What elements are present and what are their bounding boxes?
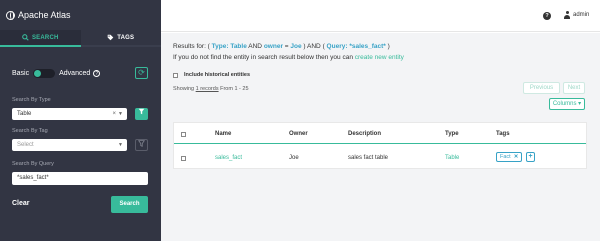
chevron-down-icon: ▼ bbox=[118, 142, 123, 148]
chevron-down-icon: ▼ bbox=[118, 111, 123, 117]
row-checkbox[interactable] bbox=[181, 156, 186, 161]
not-found-hint: If you do not find the entity in search … bbox=[173, 54, 404, 61]
tag-chip-label: Fact bbox=[500, 154, 511, 160]
globe-icon bbox=[6, 10, 15, 20]
historical-entities-row: Include historical entities bbox=[173, 72, 250, 78]
type-value: Table bbox=[230, 43, 247, 50]
main-content: Results for: ( Type: Table AND owner = J… bbox=[161, 33, 600, 241]
basic-label: Basic bbox=[12, 70, 30, 77]
search-mode-row: Basic Advanced ? bbox=[12, 69, 101, 78]
and-operator: AND bbox=[248, 43, 263, 50]
create-entity-link[interactable]: create new entity bbox=[355, 54, 404, 61]
column-header-tags[interactable]: Tags bbox=[496, 131, 510, 137]
tag-filter-button[interactable] bbox=[135, 139, 148, 151]
select-all-checkbox[interactable] bbox=[181, 132, 186, 137]
top-header: ? admin bbox=[161, 0, 600, 32]
refresh-button[interactable]: ⟳ bbox=[135, 67, 148, 79]
tab-search[interactable]: SEARCH bbox=[0, 30, 81, 47]
search-by-type-label: Search By Type bbox=[12, 97, 51, 103]
historical-entities-label: Include historical entities bbox=[184, 72, 251, 78]
owner-key: owner bbox=[263, 43, 283, 50]
search-icon bbox=[22, 34, 29, 41]
and-operator: AND bbox=[307, 43, 321, 50]
query-value: *sales_fact* bbox=[349, 43, 386, 50]
tag-chip[interactable]: Fact ✕ bbox=[496, 152, 523, 162]
add-tag-button[interactable]: + bbox=[526, 152, 535, 162]
user-icon bbox=[564, 11, 570, 19]
column-header-description[interactable]: Description bbox=[348, 131, 381, 137]
tab-tags[interactable]: TAGS bbox=[80, 30, 161, 47]
record-count: Showing 1 records From 1 - 25 bbox=[173, 86, 249, 92]
query-key: Query: bbox=[326, 43, 348, 50]
search-button[interactable]: Search bbox=[111, 196, 148, 213]
search-by-query-label: Search By Query bbox=[12, 161, 54, 167]
entity-name-link[interactable]: sales_fact bbox=[215, 155, 242, 161]
results-table: Name Owner Description Type Tags sales_f… bbox=[173, 122, 587, 169]
tag-icon bbox=[107, 34, 114, 41]
historical-entities-checkbox[interactable] bbox=[173, 72, 178, 78]
owner-operator: = bbox=[284, 43, 289, 50]
filter-icon bbox=[138, 108, 145, 115]
search-by-tag-label: Search By Tag bbox=[12, 128, 48, 134]
help-icon[interactable]: ? bbox=[543, 12, 551, 20]
next-button[interactable]: Next bbox=[563, 82, 585, 94]
tag-select-placeholder: Select bbox=[17, 142, 34, 148]
clear-button[interactable]: Clear bbox=[12, 200, 30, 207]
type-key: Type: bbox=[211, 43, 229, 50]
tab-tags-label: TAGS bbox=[117, 34, 135, 41]
previous-button[interactable]: Previous bbox=[523, 82, 560, 94]
type-filter-button[interactable] bbox=[135, 108, 148, 120]
user-menu[interactable]: admin bbox=[564, 11, 589, 19]
refresh-icon: ⟳ bbox=[138, 68, 145, 77]
remove-tag-icon[interactable]: ✕ bbox=[514, 153, 519, 161]
columns-label: Columns bbox=[552, 101, 577, 107]
sidebar: Apache Atlas SEARCH TAGS Basic Advanced … bbox=[0, 0, 161, 241]
clear-type-icon[interactable]: × bbox=[112, 108, 116, 120]
not-found-text: If you do not find the entity in search … bbox=[173, 54, 353, 61]
mode-toggle[interactable] bbox=[33, 69, 56, 78]
columns-button[interactable]: Columns ▾ bbox=[549, 98, 585, 110]
showing-range: From 1 - 25 bbox=[220, 86, 249, 92]
results-summary: Results for: ( Type: Table AND owner = J… bbox=[173, 43, 390, 50]
type-select-value: Table bbox=[17, 111, 32, 117]
app-title: Apache Atlas bbox=[18, 10, 71, 20]
column-header-type[interactable]: Type bbox=[445, 131, 459, 137]
showing-count: 1 records bbox=[195, 86, 219, 92]
query-input[interactable]: *sales_fact* bbox=[12, 172, 148, 185]
sidebar-tabs: SEARCH TAGS bbox=[0, 30, 161, 47]
advanced-help-icon[interactable]: ? bbox=[93, 70, 101, 77]
tab-search-label: SEARCH bbox=[31, 34, 59, 41]
toggle-knob bbox=[34, 70, 42, 77]
owner-value: Joe bbox=[290, 43, 302, 50]
caret-down-icon: ▾ bbox=[578, 101, 582, 107]
type-select[interactable]: Table × ▼ bbox=[12, 108, 127, 120]
showing-prefix: Showing bbox=[173, 86, 195, 92]
tag-select[interactable]: Select ▼ bbox=[12, 139, 127, 151]
filter-icon bbox=[138, 140, 145, 147]
username: admin bbox=[573, 12, 590, 18]
cell-owner: Joe bbox=[289, 155, 299, 161]
advanced-label: Advanced bbox=[59, 70, 91, 77]
cell-description: sales fact table bbox=[348, 155, 389, 161]
column-header-name[interactable]: Name bbox=[215, 131, 231, 137]
header-divider bbox=[174, 143, 586, 144]
entity-type-link[interactable]: Table bbox=[445, 155, 459, 161]
results-prefix: Results for: bbox=[173, 43, 206, 50]
app-brand[interactable]: Apache Atlas bbox=[6, 9, 71, 21]
column-header-owner[interactable]: Owner bbox=[289, 131, 308, 137]
